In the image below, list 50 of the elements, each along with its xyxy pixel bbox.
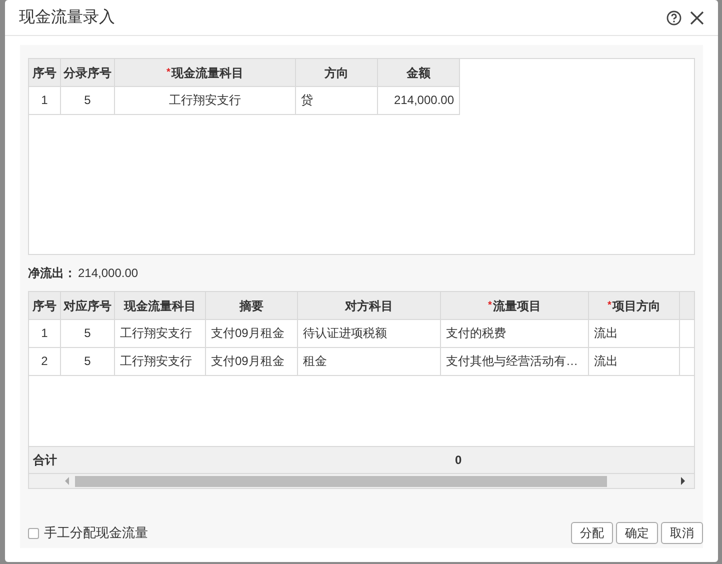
table-cell: 支付09月租金 [206,320,298,347]
table-cell: 支付09月租金 [206,348,298,375]
table-cell: 贷 [296,87,378,114]
column-header: 项目方向 [612,298,660,314]
column-header: 流量项目 [492,298,541,314]
table-cell: 1 [29,320,61,347]
column-header: 分录序号 [64,64,112,82]
horizontal-scrollbar[interactable] [29,473,694,488]
dialog-title: 现金流量录入 [19,8,116,28]
required-mark: * [488,299,492,313]
close-icon[interactable] [690,10,704,24]
total-label: 合计 [32,452,58,469]
table-cell: 2 [29,348,61,375]
scroll-right-icon[interactable] [680,477,686,485]
dialog-button[interactable]: 取消 [661,522,703,544]
table-cell: 支付的税费 [441,320,589,347]
total-value: 0 [454,452,463,469]
table-cell: 待认证进项税额 [298,320,441,347]
dialog-button[interactable]: 分配 [571,522,613,544]
net-outflow-value: 214,000.00 [78,265,138,282]
help-icon[interactable] [666,10,682,26]
manual-checkbox[interactable] [28,528,39,538]
table-cell: 流出 [589,320,680,347]
required-mark: * [166,66,170,78]
column-header: 序号 [32,298,56,314]
table-cell: 1 [29,87,61,114]
table-cell: 5 [61,87,115,114]
scrollbar-thumb[interactable] [75,476,607,486]
column-header: 现金流量科目 [124,298,196,314]
table-cell: 214,000.00 [378,87,460,114]
dialog-button[interactable]: 确定 [616,522,658,544]
column-header: 对方科目 [345,298,393,314]
manual-checkbox-label: 手工分配现金流量 [44,524,148,542]
column-header: 对应序号 [64,298,112,314]
column-header: 现金流量科目 [171,64,244,82]
required-mark: * [608,299,612,311]
scroll-left-icon[interactable] [64,477,70,485]
table-cell: 工行翔安支行 [115,87,296,114]
table-cell: 流出 [589,348,680,375]
table-cell: 工行翔安支行 [115,348,206,375]
table-cell: 工行翔安支行 [115,320,206,347]
table-cell: 5 [61,320,115,347]
column-header: 序号 [32,64,56,82]
table-cell: 租金 [298,348,441,375]
column-header: 摘要 [240,298,264,314]
table-cell: 5 [61,348,115,375]
table-cell: 支付其他与经营活动有… [441,348,589,375]
column-header: 方向 [324,64,348,82]
net-outflow-label: 净流出： [28,265,76,282]
column-header: 金额 [406,64,430,82]
